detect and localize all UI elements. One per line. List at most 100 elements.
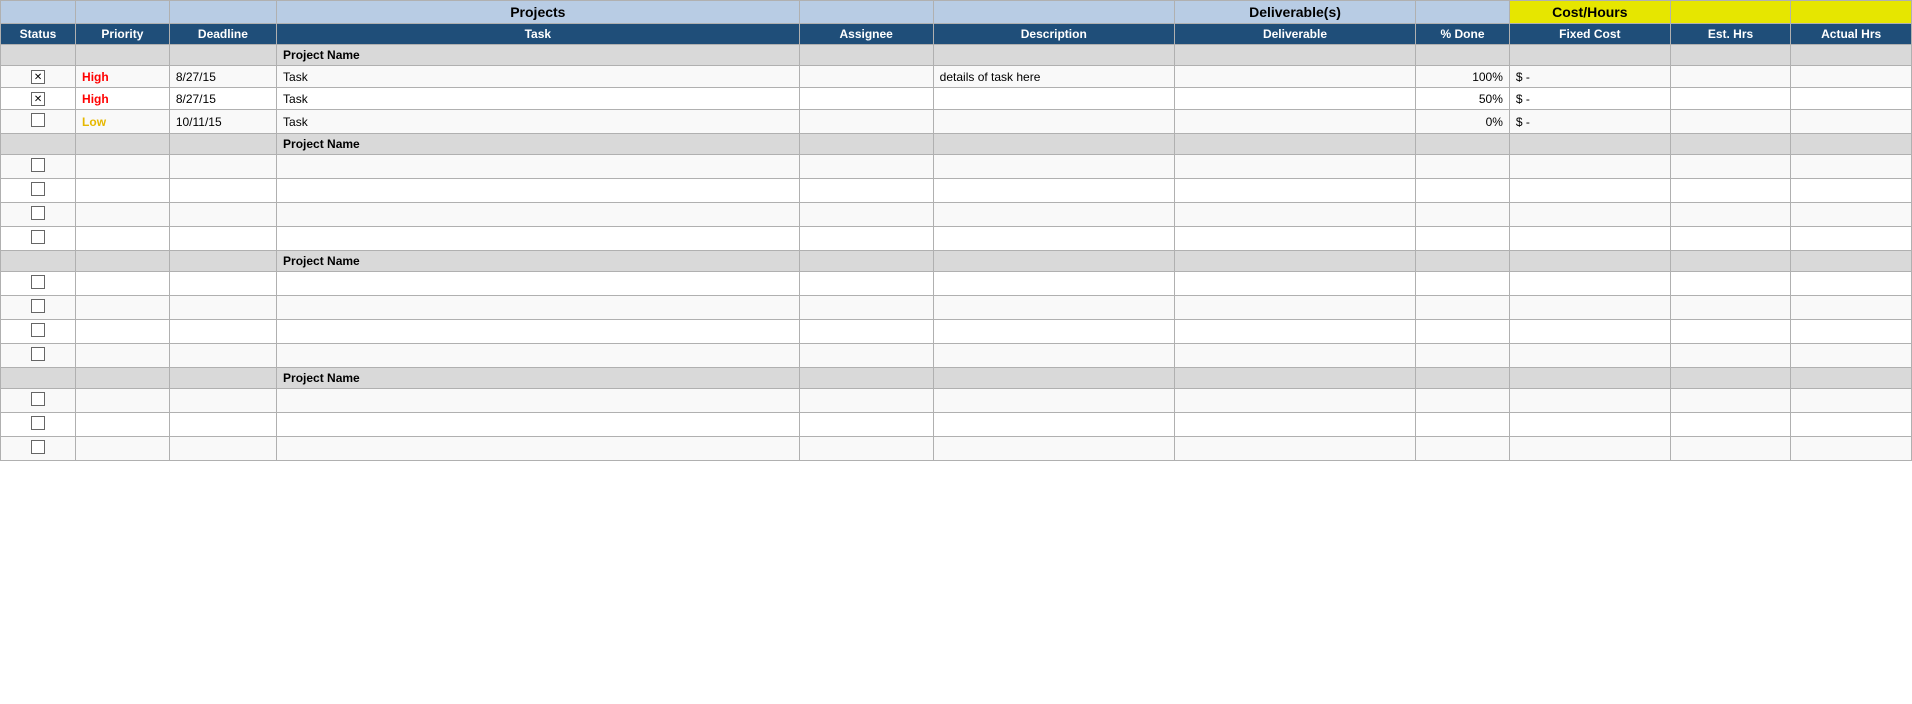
- actualhrs-cell: [1791, 413, 1912, 437]
- status-cell[interactable]: [1, 203, 76, 227]
- col-header-deadline: Deadline: [169, 24, 276, 45]
- table-row: ✕ High 8/27/15 Task details of task here…: [1, 66, 1912, 88]
- status-cell[interactable]: [1, 155, 76, 179]
- pctdone-cell: [1416, 203, 1510, 227]
- task-cell: Task: [277, 66, 800, 88]
- project-name-deliverable: [1174, 368, 1415, 389]
- col-header-pctdone: % Done: [1416, 24, 1510, 45]
- pctdone-cell: 0%: [1416, 110, 1510, 134]
- pctdone-cell: 100%: [1416, 66, 1510, 88]
- checkbox-unchecked[interactable]: [31, 206, 45, 220]
- fixedcost-cell: $ -: [1509, 66, 1670, 88]
- project-name-label: Project Name: [277, 251, 800, 272]
- project-name-description: [933, 251, 1174, 272]
- actualhrs-cell: [1791, 203, 1912, 227]
- actualhrs-cell: [1791, 110, 1912, 134]
- group-header-projects-description: [933, 1, 1174, 24]
- fixedcost-cell: [1509, 344, 1670, 368]
- project-name-pctdone: [1416, 134, 1510, 155]
- col-header-assignee: Assignee: [799, 24, 933, 45]
- table-row: [1, 272, 1912, 296]
- assignee-cell: [799, 110, 933, 134]
- status-cell[interactable]: [1, 389, 76, 413]
- checkbox-unchecked[interactable]: [31, 347, 45, 361]
- status-cell[interactable]: [1, 179, 76, 203]
- fixedcost-cell: [1509, 272, 1670, 296]
- checkbox-unchecked[interactable]: [31, 323, 45, 337]
- checkbox-unchecked[interactable]: [31, 158, 45, 172]
- deadline-cell: 8/27/15: [169, 66, 276, 88]
- col-header-actualhrs: Actual Hrs: [1791, 24, 1912, 45]
- status-cell[interactable]: ✕: [1, 88, 76, 110]
- checkbox-unchecked[interactable]: [31, 440, 45, 454]
- assignee-cell: [799, 88, 933, 110]
- project-name-row: Project Name: [1, 368, 1912, 389]
- description-cell: [933, 413, 1174, 437]
- project-name-description: [933, 45, 1174, 66]
- deliverable-cell: [1174, 110, 1415, 134]
- task-cell: [277, 437, 800, 461]
- project-name-priority: [76, 45, 170, 66]
- status-cell[interactable]: [1, 320, 76, 344]
- deadline-cell: [169, 179, 276, 203]
- checkbox-unchecked[interactable]: [31, 230, 45, 244]
- table-body: Project Name ✕ High 8/27/15 Task details…: [1, 45, 1912, 461]
- checkbox-unchecked[interactable]: [31, 182, 45, 196]
- checkbox-unchecked[interactable]: [31, 416, 45, 430]
- actualhrs-cell: [1791, 88, 1912, 110]
- status-cell[interactable]: [1, 437, 76, 461]
- checkbox-checked[interactable]: ✕: [31, 70, 45, 84]
- assignee-cell: [799, 296, 933, 320]
- task-cell: [277, 227, 800, 251]
- actualhrs-cell: [1791, 344, 1912, 368]
- project-name-deadline: [169, 368, 276, 389]
- task-cell: Task: [277, 88, 800, 110]
- project-name-status: [1, 45, 76, 66]
- status-cell[interactable]: [1, 272, 76, 296]
- status-cell[interactable]: [1, 296, 76, 320]
- checkbox-unchecked[interactable]: [31, 392, 45, 406]
- checkbox-unchecked[interactable]: [31, 299, 45, 313]
- status-cell[interactable]: [1, 227, 76, 251]
- status-cell[interactable]: [1, 344, 76, 368]
- checkbox-checked[interactable]: ✕: [31, 92, 45, 106]
- table-row: Low 10/11/15 Task 0% $ -: [1, 110, 1912, 134]
- deadline-cell: [169, 296, 276, 320]
- group-header-projects-priority: [76, 1, 170, 24]
- project-name-fixedcost: [1509, 368, 1670, 389]
- status-cell[interactable]: [1, 413, 76, 437]
- checkbox-unchecked[interactable]: [31, 275, 45, 289]
- esthrs-cell: [1670, 110, 1791, 134]
- priority-cell: Low: [76, 110, 170, 134]
- table-row: [1, 203, 1912, 227]
- task-cell: [277, 179, 800, 203]
- esthrs-cell: [1670, 296, 1791, 320]
- fixedcost-cell: $ -: [1509, 110, 1670, 134]
- priority-cell: [76, 413, 170, 437]
- table-row: ✕ High 8/27/15 Task 50% $ -: [1, 88, 1912, 110]
- actualhrs-cell: [1791, 272, 1912, 296]
- col-header-task: Task: [277, 24, 800, 45]
- deadline-cell: [169, 389, 276, 413]
- priority-label: High: [82, 70, 109, 84]
- deliverable-cell: [1174, 66, 1415, 88]
- col-header-deliverable: Deliverable: [1174, 24, 1415, 45]
- pctdone-cell: [1416, 296, 1510, 320]
- actualhrs-cell: [1791, 227, 1912, 251]
- project-name-description: [933, 134, 1174, 155]
- status-cell[interactable]: ✕: [1, 66, 76, 88]
- project-name-actualhrs: [1791, 368, 1912, 389]
- status-cell[interactable]: [1, 110, 76, 134]
- deliverable-cell: [1174, 296, 1415, 320]
- group-header-deliverables-pct: [1416, 1, 1510, 24]
- checkbox-unchecked[interactable]: [31, 113, 45, 127]
- deadline-cell: [169, 413, 276, 437]
- deadline-cell: [169, 437, 276, 461]
- esthrs-cell: [1670, 344, 1791, 368]
- project-name-deadline: [169, 251, 276, 272]
- priority-cell: [76, 203, 170, 227]
- assignee-cell: [799, 272, 933, 296]
- fixedcost-cell: [1509, 413, 1670, 437]
- deliverable-cell: [1174, 227, 1415, 251]
- esthrs-cell: [1670, 437, 1791, 461]
